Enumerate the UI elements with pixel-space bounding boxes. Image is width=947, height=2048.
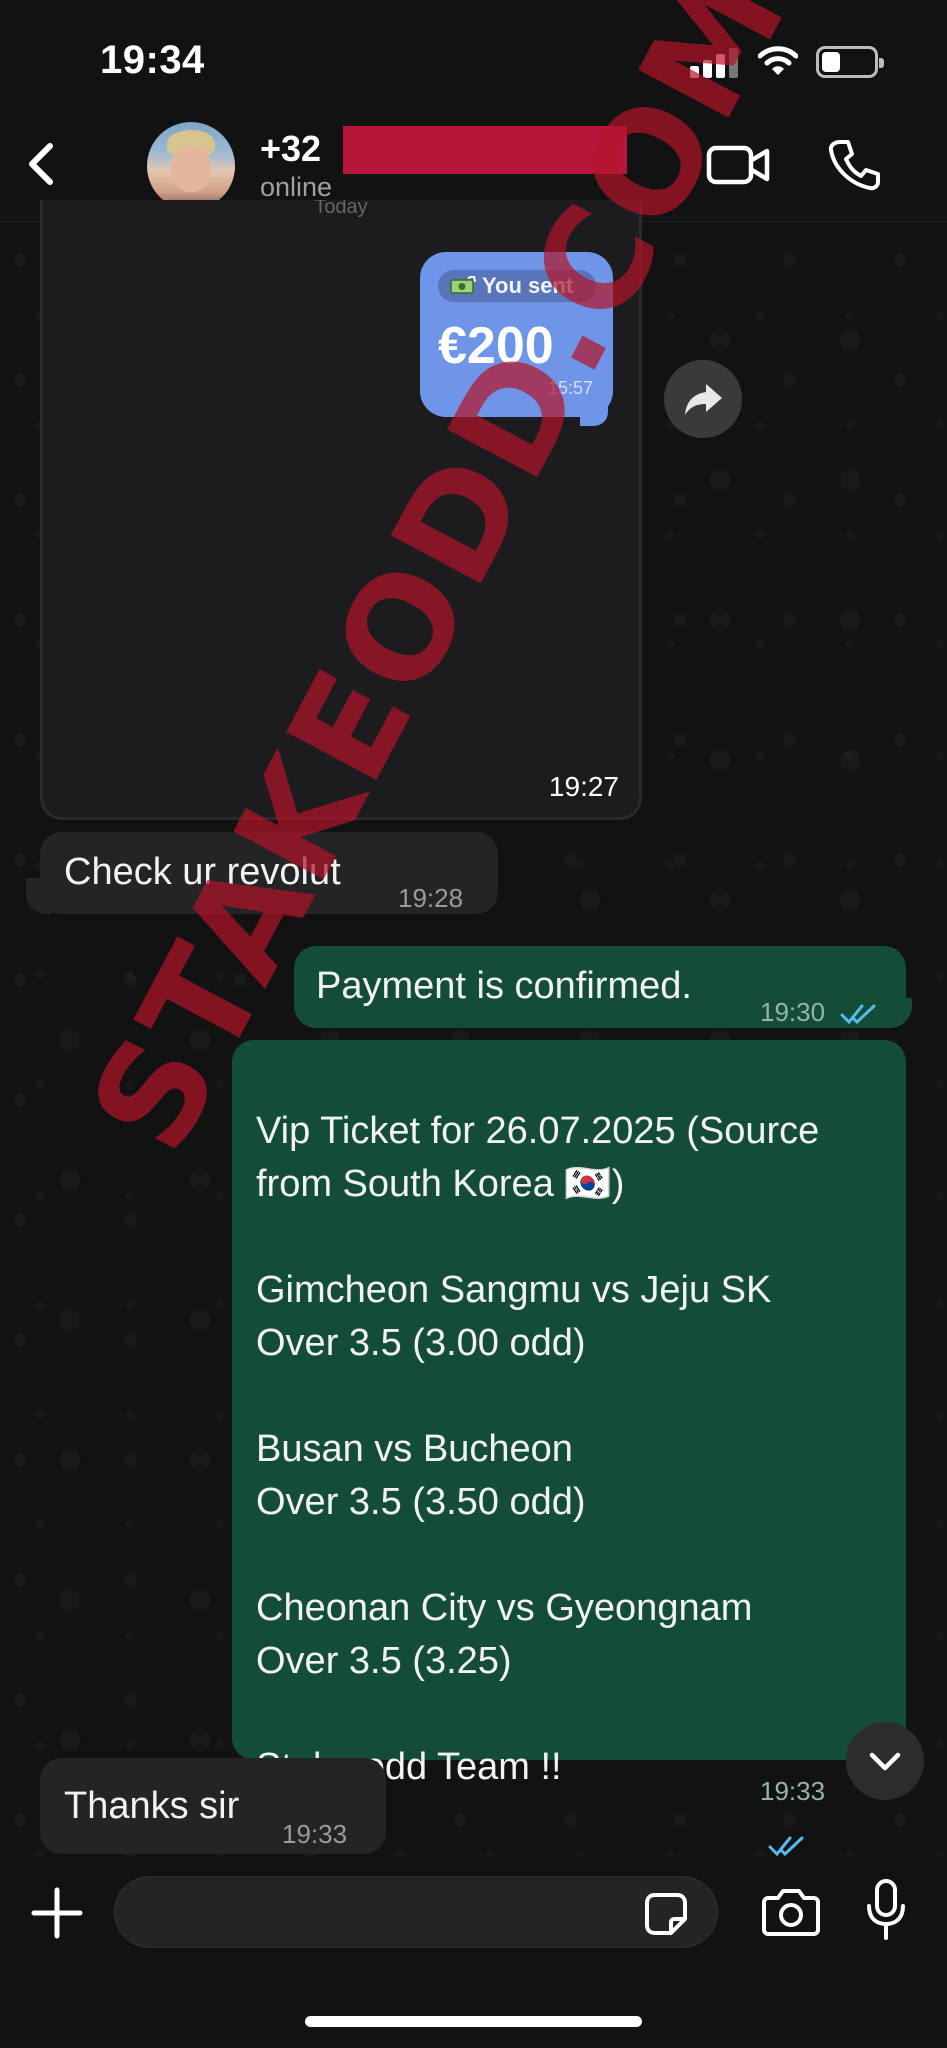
double-check-icon — [840, 1004, 876, 1025]
message-meta: 19:30 — [760, 986, 878, 1039]
back-chevron-icon[interactable] — [16, 134, 66, 194]
battery-icon — [816, 46, 884, 78]
phone-icon[interactable] — [826, 136, 882, 192]
message-time: 19:30 — [760, 997, 826, 1027]
message-time: 19:33 — [760, 1776, 826, 1806]
revolut-bubble-tail — [580, 402, 608, 426]
message-time: 19:33 — [282, 1819, 348, 1849]
contact-status: online — [260, 172, 333, 202]
message-input[interactable] — [114, 1876, 718, 1948]
revolut-payment-bubble: You sent €200 15:57 — [420, 252, 613, 417]
double-check-icon — [768, 1836, 804, 1857]
plus-icon[interactable] — [30, 1886, 84, 1940]
contact-avatar[interactable] — [147, 122, 235, 210]
money-icon — [450, 276, 476, 294]
forward-arrow-icon[interactable] — [664, 360, 742, 438]
date-label: Today — [314, 200, 368, 218]
cellular-signal-icon — [690, 48, 738, 78]
message-text: Payment is confirmed. — [316, 965, 692, 1007]
wifi-icon — [758, 46, 798, 75]
chevron-down-icon[interactable] — [846, 1722, 924, 1800]
sticker-icon[interactable] — [643, 1891, 689, 1937]
message-time: 19:27 — [548, 771, 619, 802]
message-bubble-outgoing[interactable]: Vip Ticket for 26.07.2025 (Source from S… — [232, 1040, 906, 1857]
revolut-time: 15:57 — [548, 378, 594, 398]
camera-icon[interactable] — [762, 1886, 820, 1936]
message-time: 19:28 — [398, 883, 464, 913]
message-bubble-outgoing[interactable]: Payment is confirmed. 19:30 — [294, 946, 906, 1028]
microphone-icon[interactable] — [866, 1878, 906, 1942]
message-text: Vip Ticket for 26.07.2025 (Source from S… — [256, 1110, 820, 1788]
revolut-sent-text: You sent — [482, 273, 574, 298]
status-bar: 19:34 — [0, 0, 947, 110]
status-time: 19:34 — [100, 38, 205, 82]
revolut-sent-label: You sent — [438, 270, 596, 302]
home-indicator — [305, 2016, 642, 2027]
message-text: Check ur revolut — [64, 851, 341, 893]
image-message[interactable]: Today You sent €200 15:57 19:27 — [40, 200, 642, 820]
message-text: Thanks sir — [64, 1785, 240, 1827]
message-composer — [0, 1856, 947, 2048]
redaction-bar — [343, 126, 627, 174]
revolut-amount: €200 — [438, 317, 554, 375]
contact-name[interactable]: +32 — [260, 128, 321, 170]
message-bubble-incoming[interactable]: Check ur revolut 19:28 — [40, 832, 498, 914]
message-bubble-incoming[interactable]: Thanks sir 19:33 — [40, 1758, 386, 1854]
video-camera-icon[interactable] — [706, 140, 770, 190]
message-meta: 19:33 — [760, 1712, 825, 1871]
